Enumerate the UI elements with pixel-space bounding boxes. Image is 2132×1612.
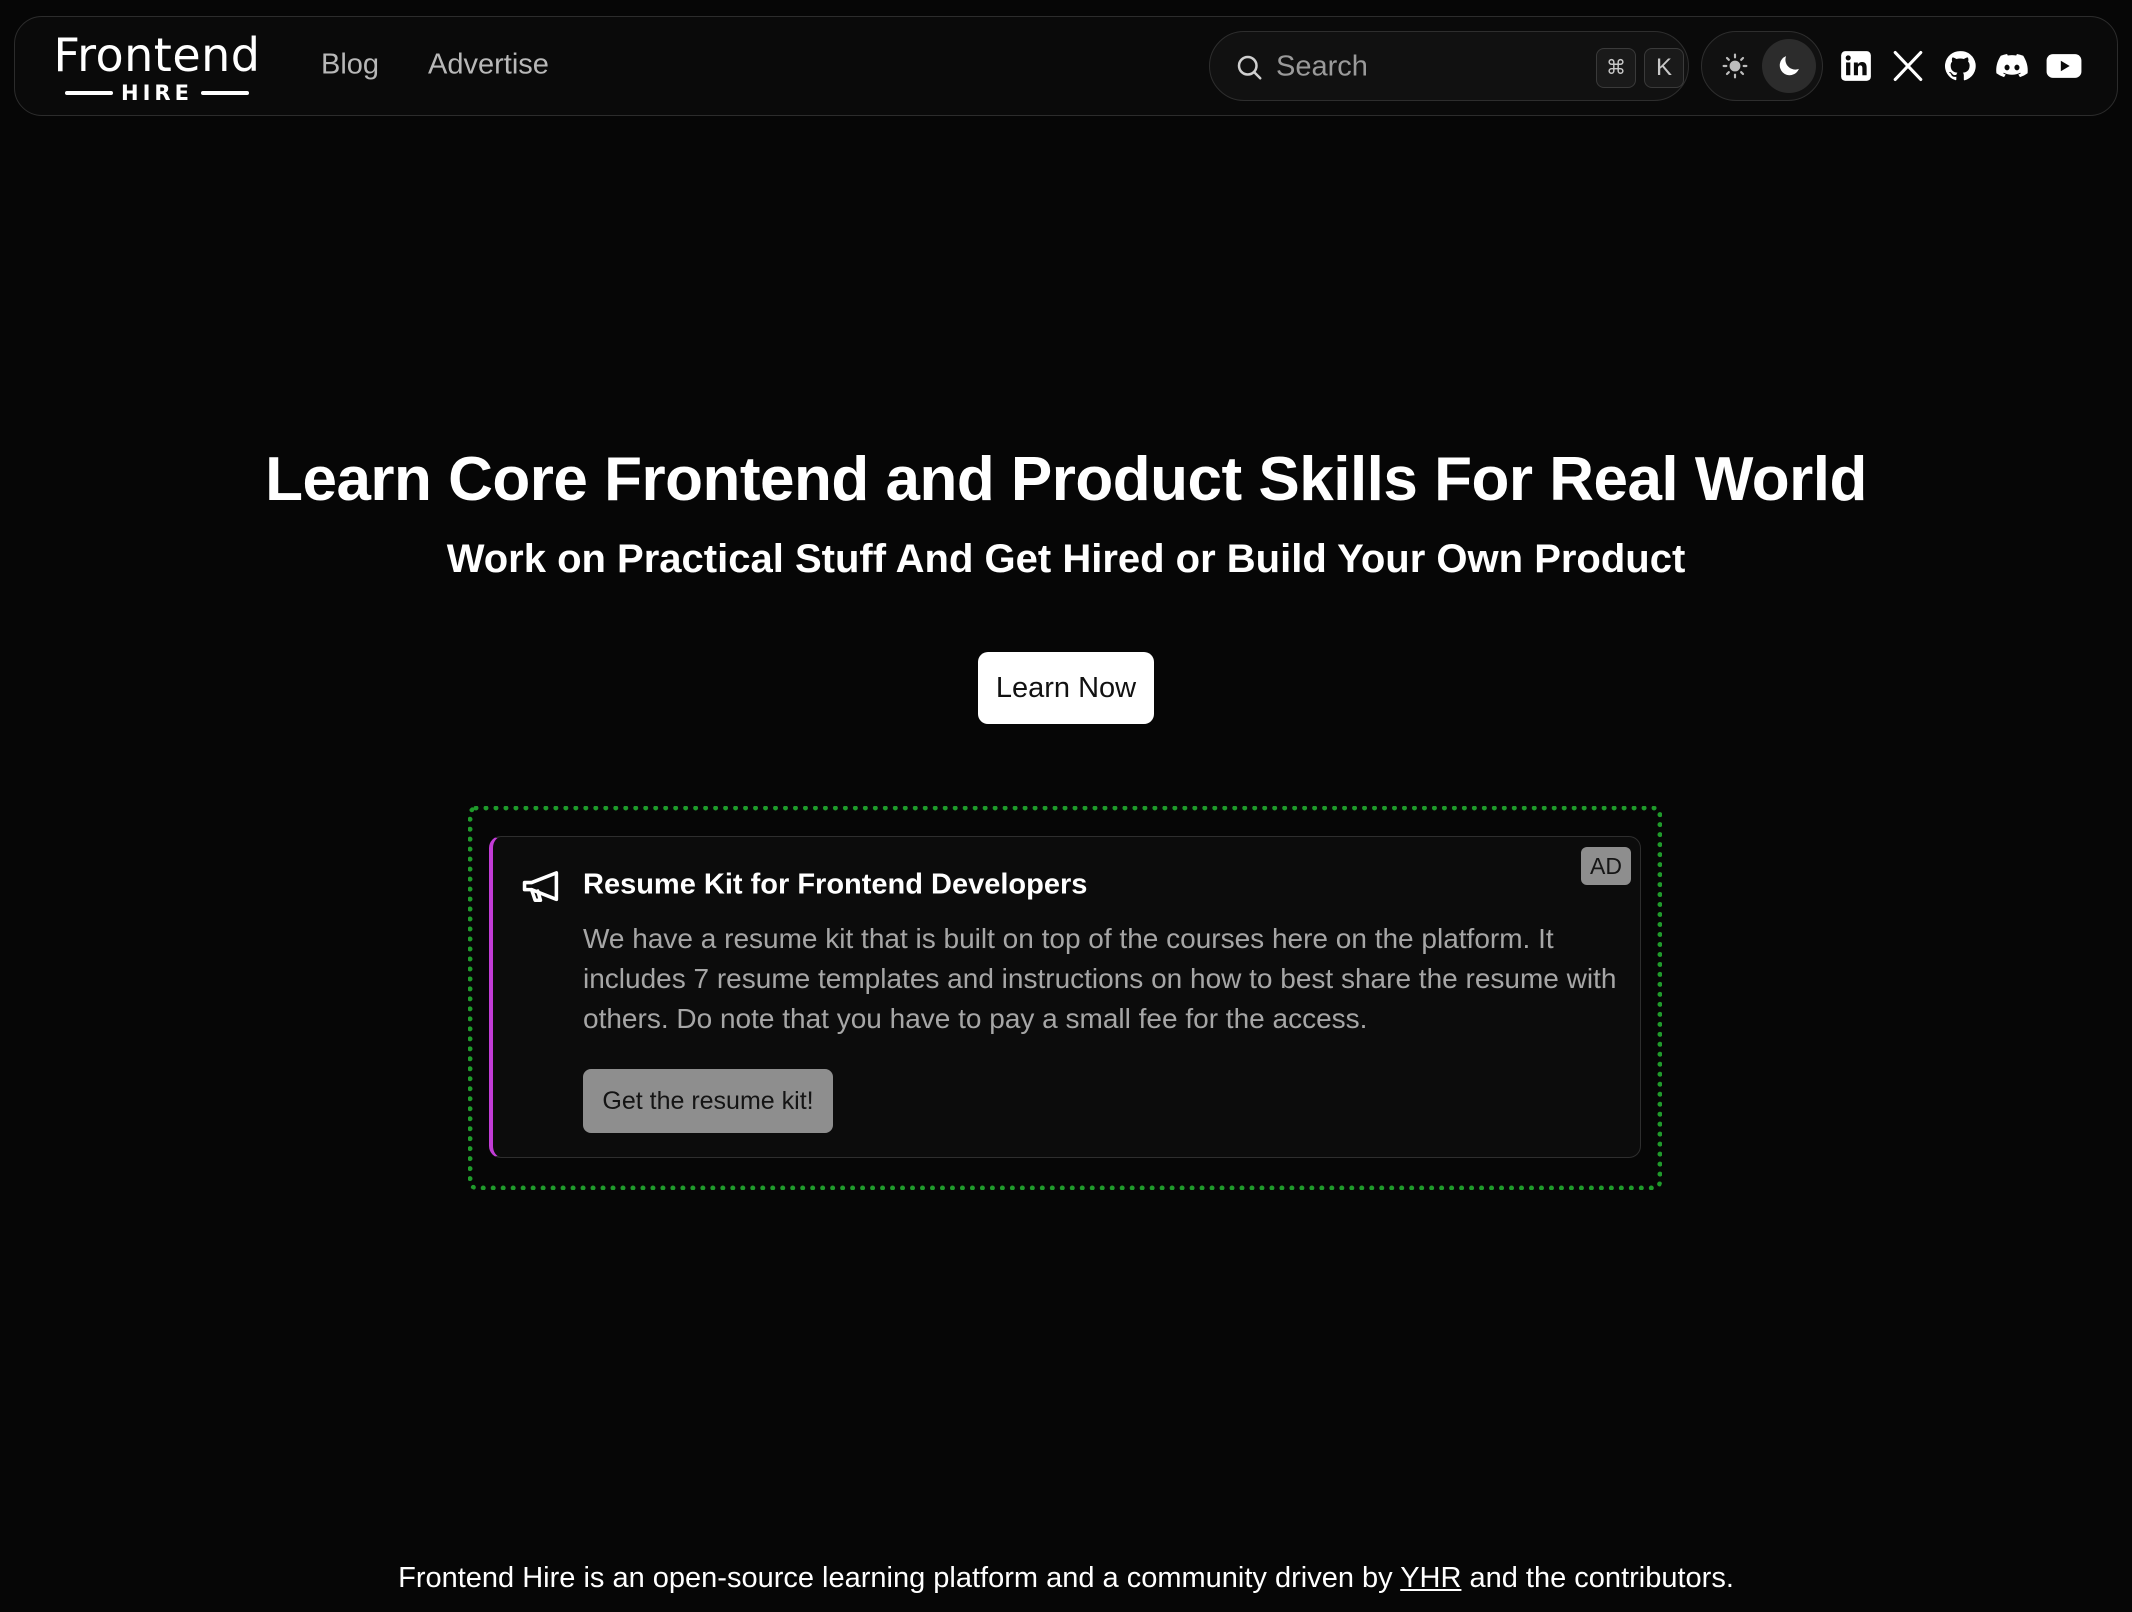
search-placeholder: Search bbox=[1276, 50, 1368, 83]
get-resume-kit-button[interactable]: Get the resume kit! bbox=[583, 1069, 833, 1133]
shortcut-cmd-key: ⌘ bbox=[1596, 48, 1636, 88]
discord-icon bbox=[1996, 54, 2028, 78]
github-link[interactable] bbox=[1941, 47, 1979, 85]
linkedin-icon bbox=[1841, 51, 1871, 81]
logo[interactable]: Frontend HIRE bbox=[47, 29, 267, 107]
shortcut-k-key: K bbox=[1644, 48, 1684, 88]
ad-card: Resume Kit for Frontend Developers AD We… bbox=[489, 836, 1641, 1158]
navbar: Frontend HIRE Blog Advertise Search ⌘ K bbox=[14, 16, 2118, 116]
moon-icon bbox=[1779, 56, 1799, 76]
footer-text-after: and the contributors. bbox=[1461, 1562, 1734, 1594]
logo-rule-left bbox=[65, 91, 114, 95]
ad-description: We have a resume kit that is built on to… bbox=[583, 923, 1617, 1034]
page: Frontend HIRE Blog Advertise Search ⌘ K bbox=[0, 0, 2132, 1612]
hero-title: Learn Core Frontend and Product Skills F… bbox=[265, 445, 1867, 514]
youtube-icon bbox=[2046, 54, 2082, 78]
hero-subtitle: Work on Practical Stuff And Get Hired or… bbox=[446, 537, 1686, 581]
megaphone-icon bbox=[522, 871, 559, 903]
github-icon bbox=[1944, 51, 1976, 81]
discord-link[interactable] bbox=[1993, 47, 2031, 85]
nav-link-advertise[interactable]: Advertise bbox=[428, 49, 549, 82]
linkedin-link[interactable] bbox=[1837, 47, 1875, 85]
ad-title: Resume Kit for Frontend Developers bbox=[583, 868, 1088, 901]
youtube-link[interactable] bbox=[2045, 47, 2083, 85]
footer-text-before: Frontend Hire is an open-source learning… bbox=[398, 1562, 1401, 1594]
search-input[interactable]: Search ⌘ K bbox=[1209, 31, 1689, 101]
learn-now-button[interactable]: Learn Now bbox=[978, 652, 1154, 724]
logo-wordmark: Frontend bbox=[53, 28, 261, 82]
logo-subline: HIRE bbox=[47, 81, 267, 105]
theme-toggle bbox=[1701, 31, 1823, 101]
light-theme-button[interactable] bbox=[1708, 39, 1762, 93]
x-icon bbox=[1893, 50, 1923, 82]
nav-link-blog[interactable]: Blog bbox=[321, 49, 379, 82]
ad-badge: AD bbox=[1581, 847, 1631, 885]
dark-theme-button[interactable] bbox=[1762, 39, 1816, 93]
ad-container: Resume Kit for Frontend Developers AD We… bbox=[468, 806, 1662, 1190]
search-icon bbox=[1237, 55, 1262, 80]
footer-link-yhr[interactable]: YHR bbox=[1400, 1562, 1461, 1594]
logo-rule-right bbox=[200, 91, 249, 95]
logo-hire-text: HIRE bbox=[121, 81, 193, 105]
x-link[interactable] bbox=[1889, 47, 1927, 85]
sun-icon bbox=[1722, 53, 1748, 79]
footer-note: Frontend Hire is an open-source learning… bbox=[0, 1560, 2132, 1596]
